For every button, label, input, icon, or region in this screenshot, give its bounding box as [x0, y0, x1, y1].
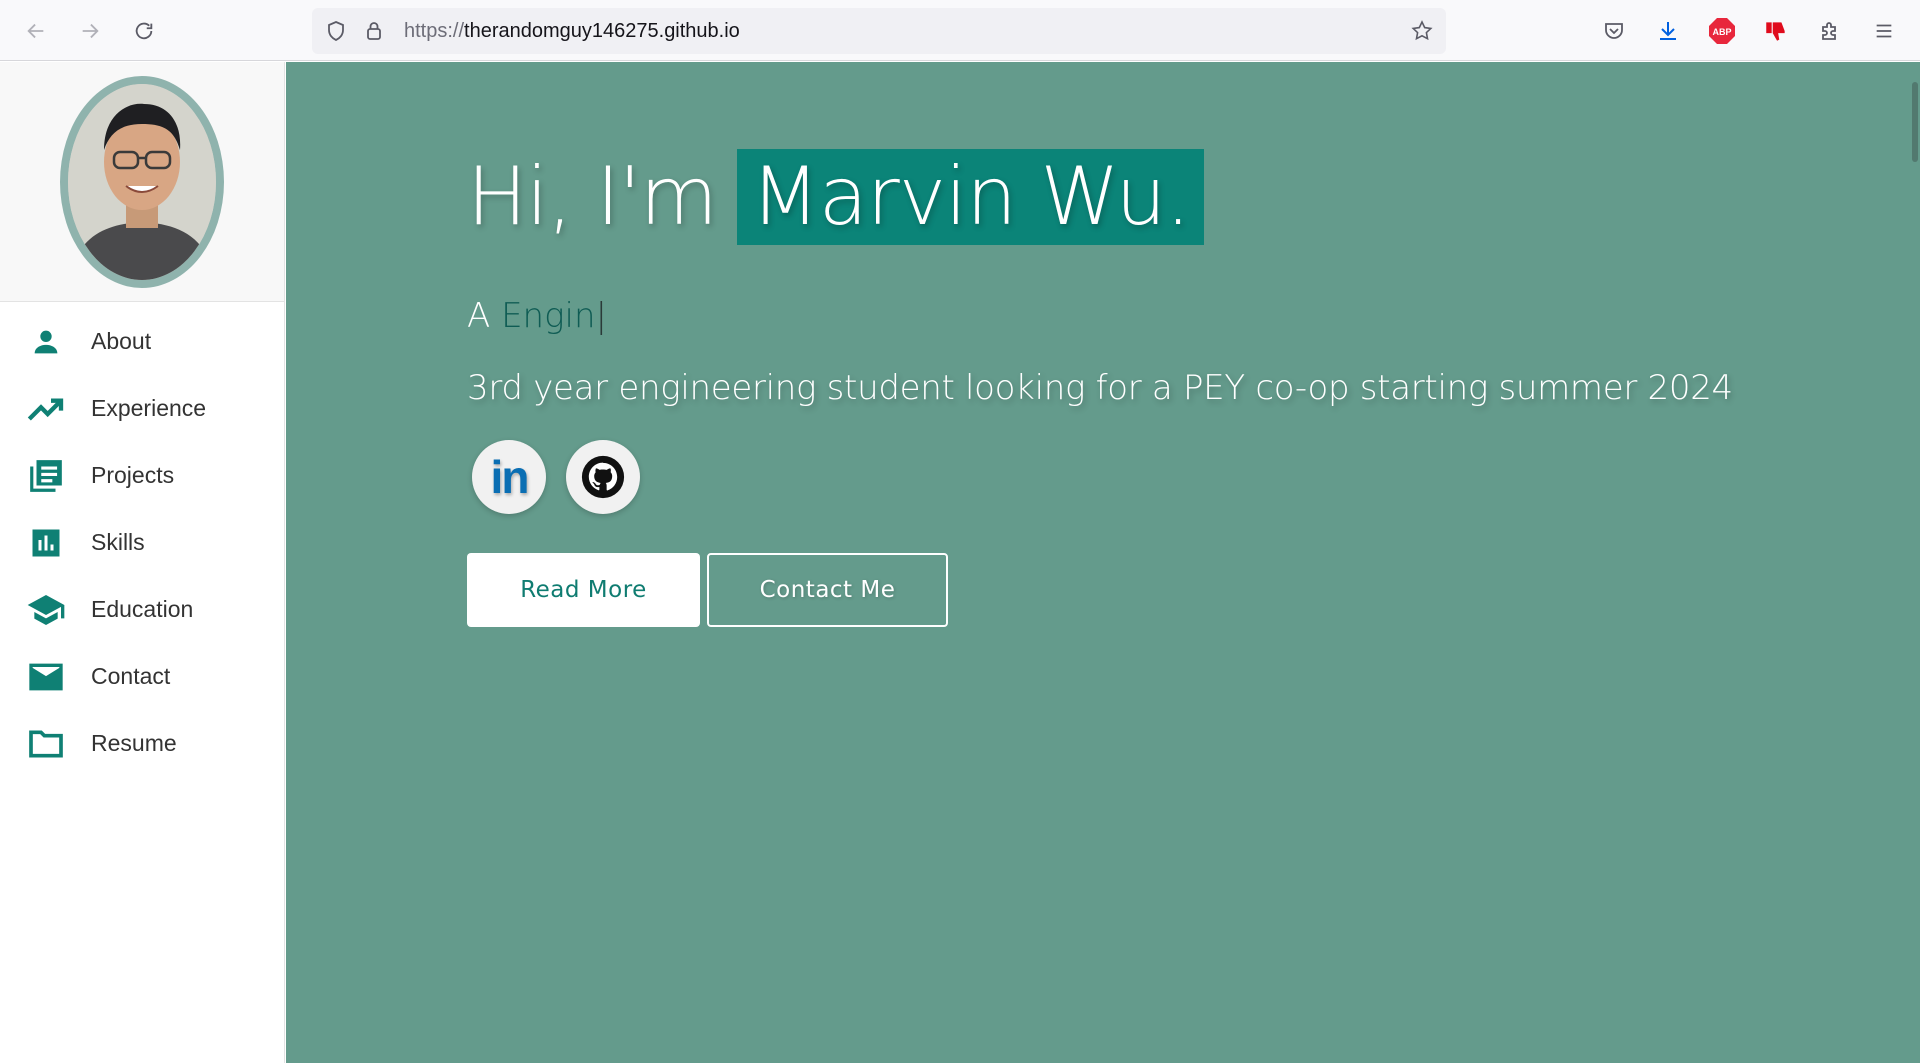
- thumbs-down-icon: [1766, 22, 1785, 41]
- github-button[interactable]: [566, 440, 640, 514]
- avatar: [60, 75, 224, 288]
- sidebar-item-skills[interactable]: Skills: [0, 509, 284, 576]
- library-books-icon: [26, 456, 66, 496]
- arrow-left-icon: [27, 23, 44, 39]
- sidebar-item-label: About: [91, 328, 152, 354]
- folder-icon: [26, 724, 66, 764]
- browser-toolbar: https://therandomguy146275.github.io ABP: [0, 0, 1920, 61]
- profile-photo: [68, 83, 216, 280]
- hero-buttons: Read More Contact Me: [467, 553, 948, 627]
- sidebar-item-experience[interactable]: Experience: [0, 375, 284, 442]
- url-host: therandomguy146275.github.io: [464, 20, 740, 42]
- hero-section: Hi, I'm Marvin Wu. A Engin| 3rd year eng…: [286, 62, 1920, 1063]
- arrow-right-icon: [82, 23, 99, 39]
- person-icon: [26, 322, 66, 362]
- adblock-button[interactable]: ABP: [1705, 14, 1739, 48]
- sidebar-item-contact[interactable]: Contact: [0, 643, 284, 710]
- shield-icon[interactable]: [324, 19, 348, 43]
- pocket-icon: [1605, 23, 1623, 39]
- graduation-cap-icon: [26, 590, 66, 630]
- profile-section: [0, 62, 284, 302]
- url-scheme: https://: [404, 20, 465, 42]
- svg-text:ABP: ABP: [1712, 27, 1731, 37]
- sidebar: About Experience Projects Skills Educati…: [0, 62, 285, 1063]
- menu-button[interactable]: [1867, 14, 1901, 48]
- url-bar[interactable]: https://therandomguy146275.github.io: [312, 8, 1446, 54]
- sidebar-item-education[interactable]: Education: [0, 576, 284, 643]
- typing-cursor: |: [595, 296, 607, 336]
- sidebar-item-resume[interactable]: Resume: [0, 710, 284, 777]
- sidebar-item-label: Resume: [91, 730, 177, 756]
- sidebar-item-label: Experience: [91, 395, 207, 421]
- typed-role: A Engin|: [467, 296, 607, 336]
- bar-chart-icon: [26, 523, 66, 563]
- url-text[interactable]: https://therandomguy146275.github.io: [404, 19, 740, 43]
- adblock-plus-icon: ABP: [1709, 18, 1735, 44]
- dislike-extension-button[interactable]: [1759, 14, 1793, 48]
- social-links: in: [472, 440, 640, 514]
- download-icon: [1660, 22, 1676, 40]
- sidebar-nav: About Experience Projects Skills Educati…: [0, 302, 284, 777]
- typed-prefix: A: [467, 296, 491, 336]
- sidebar-item-about[interactable]: About: [0, 308, 284, 375]
- trending-up-icon: [26, 389, 66, 429]
- extensions-button[interactable]: [1813, 14, 1847, 48]
- github-icon: [581, 455, 625, 499]
- typed-word: Engin: [501, 296, 596, 336]
- pocket-button[interactable]: [1597, 14, 1631, 48]
- back-button[interactable]: [19, 14, 53, 48]
- sidebar-item-label: Education: [91, 596, 194, 622]
- sidebar-item-label: Contact: [91, 663, 171, 689]
- hamburger-menu-icon: [1876, 24, 1892, 38]
- linkedin-icon: in: [490, 451, 530, 503]
- mail-icon: [26, 657, 66, 697]
- sidebar-item-projects[interactable]: Projects: [0, 442, 284, 509]
- forward-button[interactable]: [73, 14, 107, 48]
- bookmark-star-icon[interactable]: [1410, 19, 1434, 43]
- contact-me-button[interactable]: Contact Me: [707, 553, 948, 627]
- scrollbar[interactable]: [1912, 82, 1918, 162]
- sidebar-item-label: Skills: [91, 529, 145, 555]
- name-highlight: Marvin Wu.: [736, 149, 1204, 245]
- hero-headline-wrap: Hi, I'm Marvin Wu.: [467, 149, 1204, 245]
- puzzle-icon: [1822, 22, 1836, 40]
- reload-button[interactable]: [127, 14, 161, 48]
- sidebar-item-label: Projects: [91, 462, 175, 488]
- linkedin-button[interactable]: in: [472, 440, 546, 514]
- reload-icon: [135, 22, 153, 40]
- hero-headline: Hi, I'm Marvin Wu.: [467, 149, 1204, 245]
- greeting-text: Hi, I'm: [467, 150, 718, 243]
- read-more-button[interactable]: Read More: [467, 553, 700, 627]
- downloads-button[interactable]: [1651, 14, 1685, 48]
- lock-icon[interactable]: [362, 19, 386, 43]
- hero-subtitle: 3rd year engineering student looking for…: [467, 368, 1733, 408]
